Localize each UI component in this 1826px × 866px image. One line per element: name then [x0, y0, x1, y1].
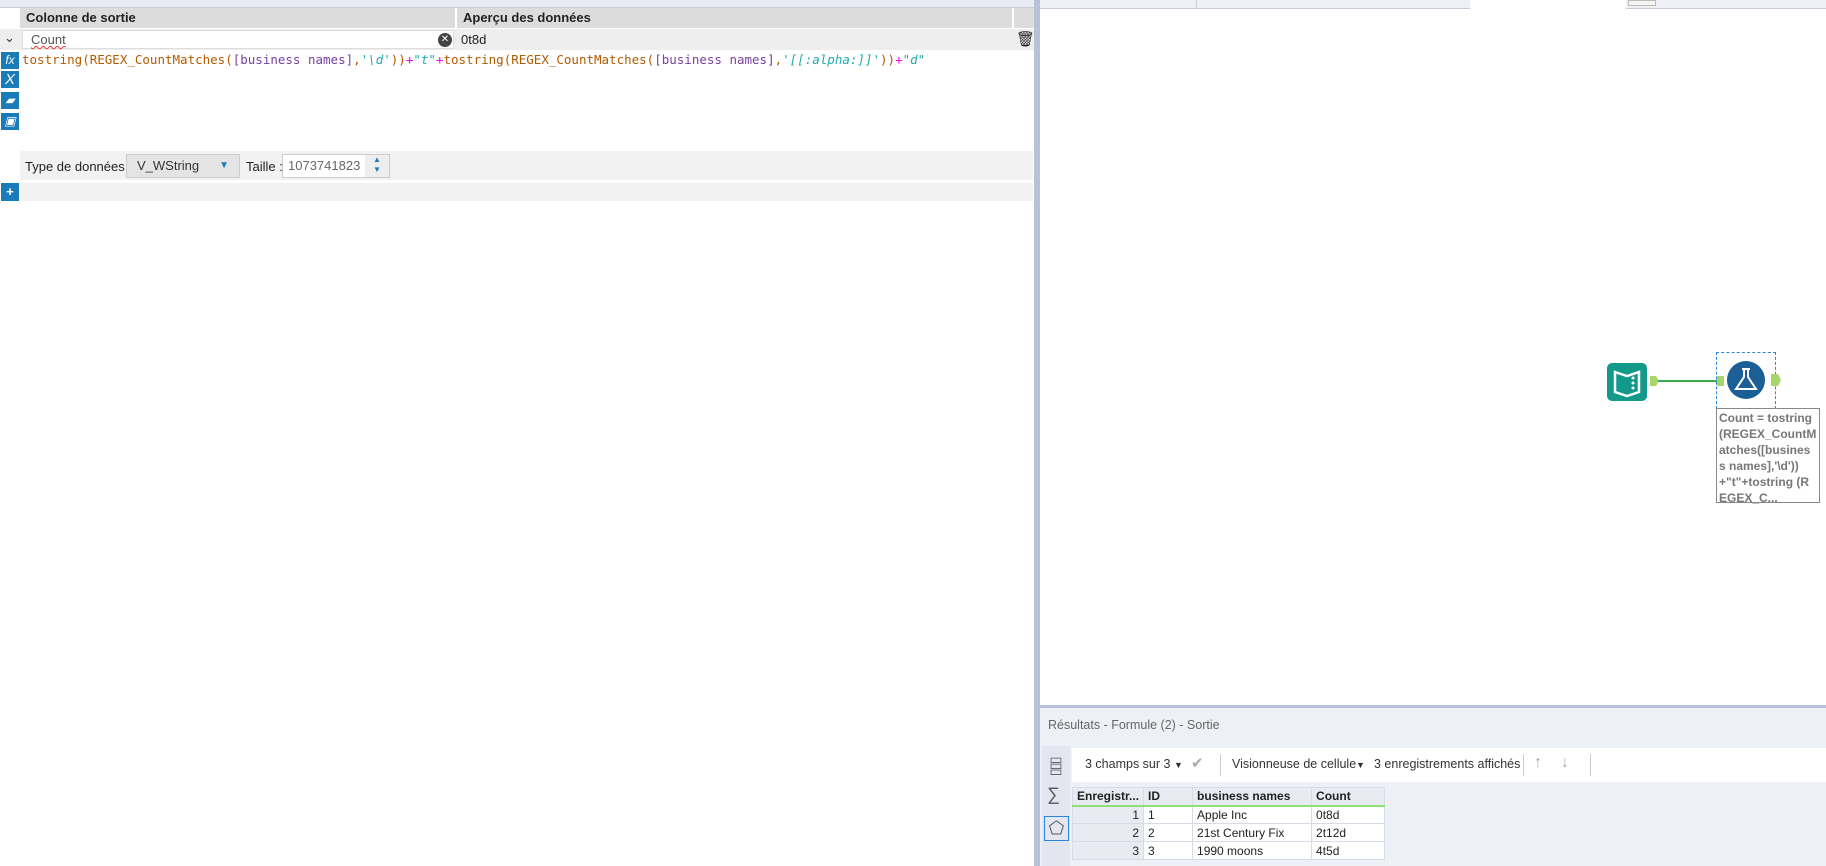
clear-icon[interactable]: ✕ [438, 33, 452, 47]
column-header[interactable]: Count [1311, 787, 1386, 807]
collapse-chevron-icon[interactable]: ⌄ [4, 30, 15, 46]
table-cell[interactable]: 0t8d [1311, 805, 1386, 824]
column-header[interactable]: ID [1143, 787, 1194, 807]
table-cell[interactable]: 1990 moons [1192, 841, 1313, 860]
data-type-label: Type de données : [25, 159, 132, 174]
expression-token: '\d' [360, 52, 391, 67]
expression-token: )) [880, 52, 896, 67]
expression-token: [business names] [654, 52, 775, 67]
expression-editor[interactable]: tostring(REGEX_CountMatches([business na… [22, 52, 925, 67]
grid-view-icon[interactable]: ▭ ▭ ▭ [1047, 752, 1065, 778]
toolbar-divider [1523, 754, 1524, 776]
table-row[interactable]: 2 2 21st Century Fix 2t12d [1071, 823, 1386, 842]
summary-icon[interactable]: ∑ [1047, 784, 1060, 805]
table-cell[interactable]: 3 [1071, 841, 1145, 860]
results-table: Enregistr... ID business names Count 1 1 Appl… [1071, 787, 1386, 860]
table-cell[interactable]: Apple Inc [1192, 805, 1313, 824]
expression-token: )) [390, 52, 406, 67]
data-preview-header: Aperçu des données [457, 8, 1012, 28]
table-cell[interactable]: 2t12d [1311, 823, 1386, 842]
output-field-input[interactable]: Count [22, 30, 454, 49]
open-folder-icon[interactable]: ▰ [1, 92, 19, 109]
expression-token: '[[:alpha:]]' [782, 52, 880, 67]
tab-control[interactable] [1628, 0, 1656, 6]
records-shown: 3 enregistrements affichés [1374, 757, 1521, 771]
tool-annotation: Count = tostring (REGEX_CountMatches([bu… [1716, 408, 1820, 505]
size-stepper[interactable]: ▲ ▼ [365, 155, 389, 177]
variable-icon[interactable]: X [1, 71, 19, 88]
table-row[interactable]: 3 3 1990 moons 4t5d [1071, 841, 1386, 860]
add-expression-button[interactable]: + [1, 183, 19, 201]
expression-token: + [895, 52, 903, 67]
output-anchor [1650, 376, 1659, 386]
size-label: Taille : [246, 159, 283, 174]
expression-token: [business names] [232, 52, 354, 67]
expression-token: tostring(REGEX_CountMatches( [443, 52, 655, 67]
table-row[interactable]: 1 1 Apple Inc 0t8d [1071, 805, 1386, 824]
tag-icon[interactable]: ⬠ [1044, 816, 1069, 841]
table-cell[interactable]: 2 [1071, 823, 1145, 842]
save-icon[interactable]: ▣ [1, 113, 19, 130]
output-column-header: Colonne de sortie [20, 8, 455, 28]
results-title: Résultats - Formule (2) - Sortie [1048, 718, 1220, 732]
table-cell[interactable]: 1 [1071, 805, 1145, 824]
arrow-down-icon[interactable]: ↓ [1561, 754, 1569, 772]
dropdown-arrow-icon: ▼ [219, 160, 229, 171]
formula-tool-icon[interactable] [1725, 358, 1795, 402]
table-cell[interactable]: 2 [1143, 823, 1194, 842]
formula-config-panel [0, 0, 1034, 866]
size-value: 1073741823 [288, 158, 361, 173]
data-type-value: V_WString [137, 158, 200, 173]
expression-token: , [353, 52, 361, 67]
expression-token: "d" [902, 52, 926, 67]
column-header[interactable]: Enregistr... [1071, 787, 1145, 807]
active-tab[interactable] [1470, 0, 1626, 9]
checkmark-icon[interactable]: ✔ [1191, 754, 1204, 772]
fields-selector[interactable]: 3 champs sur 3 [1085, 757, 1170, 771]
dropdown-arrow-icon[interactable]: ▼ [1174, 760, 1183, 770]
table-cell[interactable]: 21st Century Fix [1192, 823, 1313, 842]
tab-divider [1196, 0, 1197, 9]
table-cell[interactable]: 3 [1143, 841, 1194, 860]
data-type-select[interactable]: V_WString ▼ [126, 154, 240, 178]
canvas-tab-strip [1040, 0, 1826, 9]
trash-icon[interactable]: 🗑 [1016, 30, 1035, 48]
dropdown-arrow-icon[interactable]: ▼ [1356, 760, 1365, 770]
arrow-up-icon[interactable]: ↑ [1534, 754, 1542, 772]
size-input[interactable]: 1073741823 ▲ ▼ [282, 154, 390, 178]
expression-token: "t" [413, 52, 436, 67]
toolbar-divider [1220, 754, 1221, 776]
top-strip [0, 0, 1034, 8]
expression-token: tostring(REGEX_CountMatches( [22, 52, 233, 67]
toolbar-divider [1590, 754, 1591, 776]
table-cell[interactable]: 1 [1143, 805, 1194, 824]
preview-value: 0t8d [461, 32, 487, 47]
header-spacer [1014, 8, 1034, 28]
cell-viewer-button[interactable]: Visionneuse de cellule [1232, 757, 1356, 771]
add-row [20, 183, 1033, 201]
column-header[interactable]: business names [1192, 787, 1313, 807]
table-cell[interactable]: 4t5d [1311, 841, 1386, 860]
function-icon[interactable]: fx [1, 52, 19, 69]
